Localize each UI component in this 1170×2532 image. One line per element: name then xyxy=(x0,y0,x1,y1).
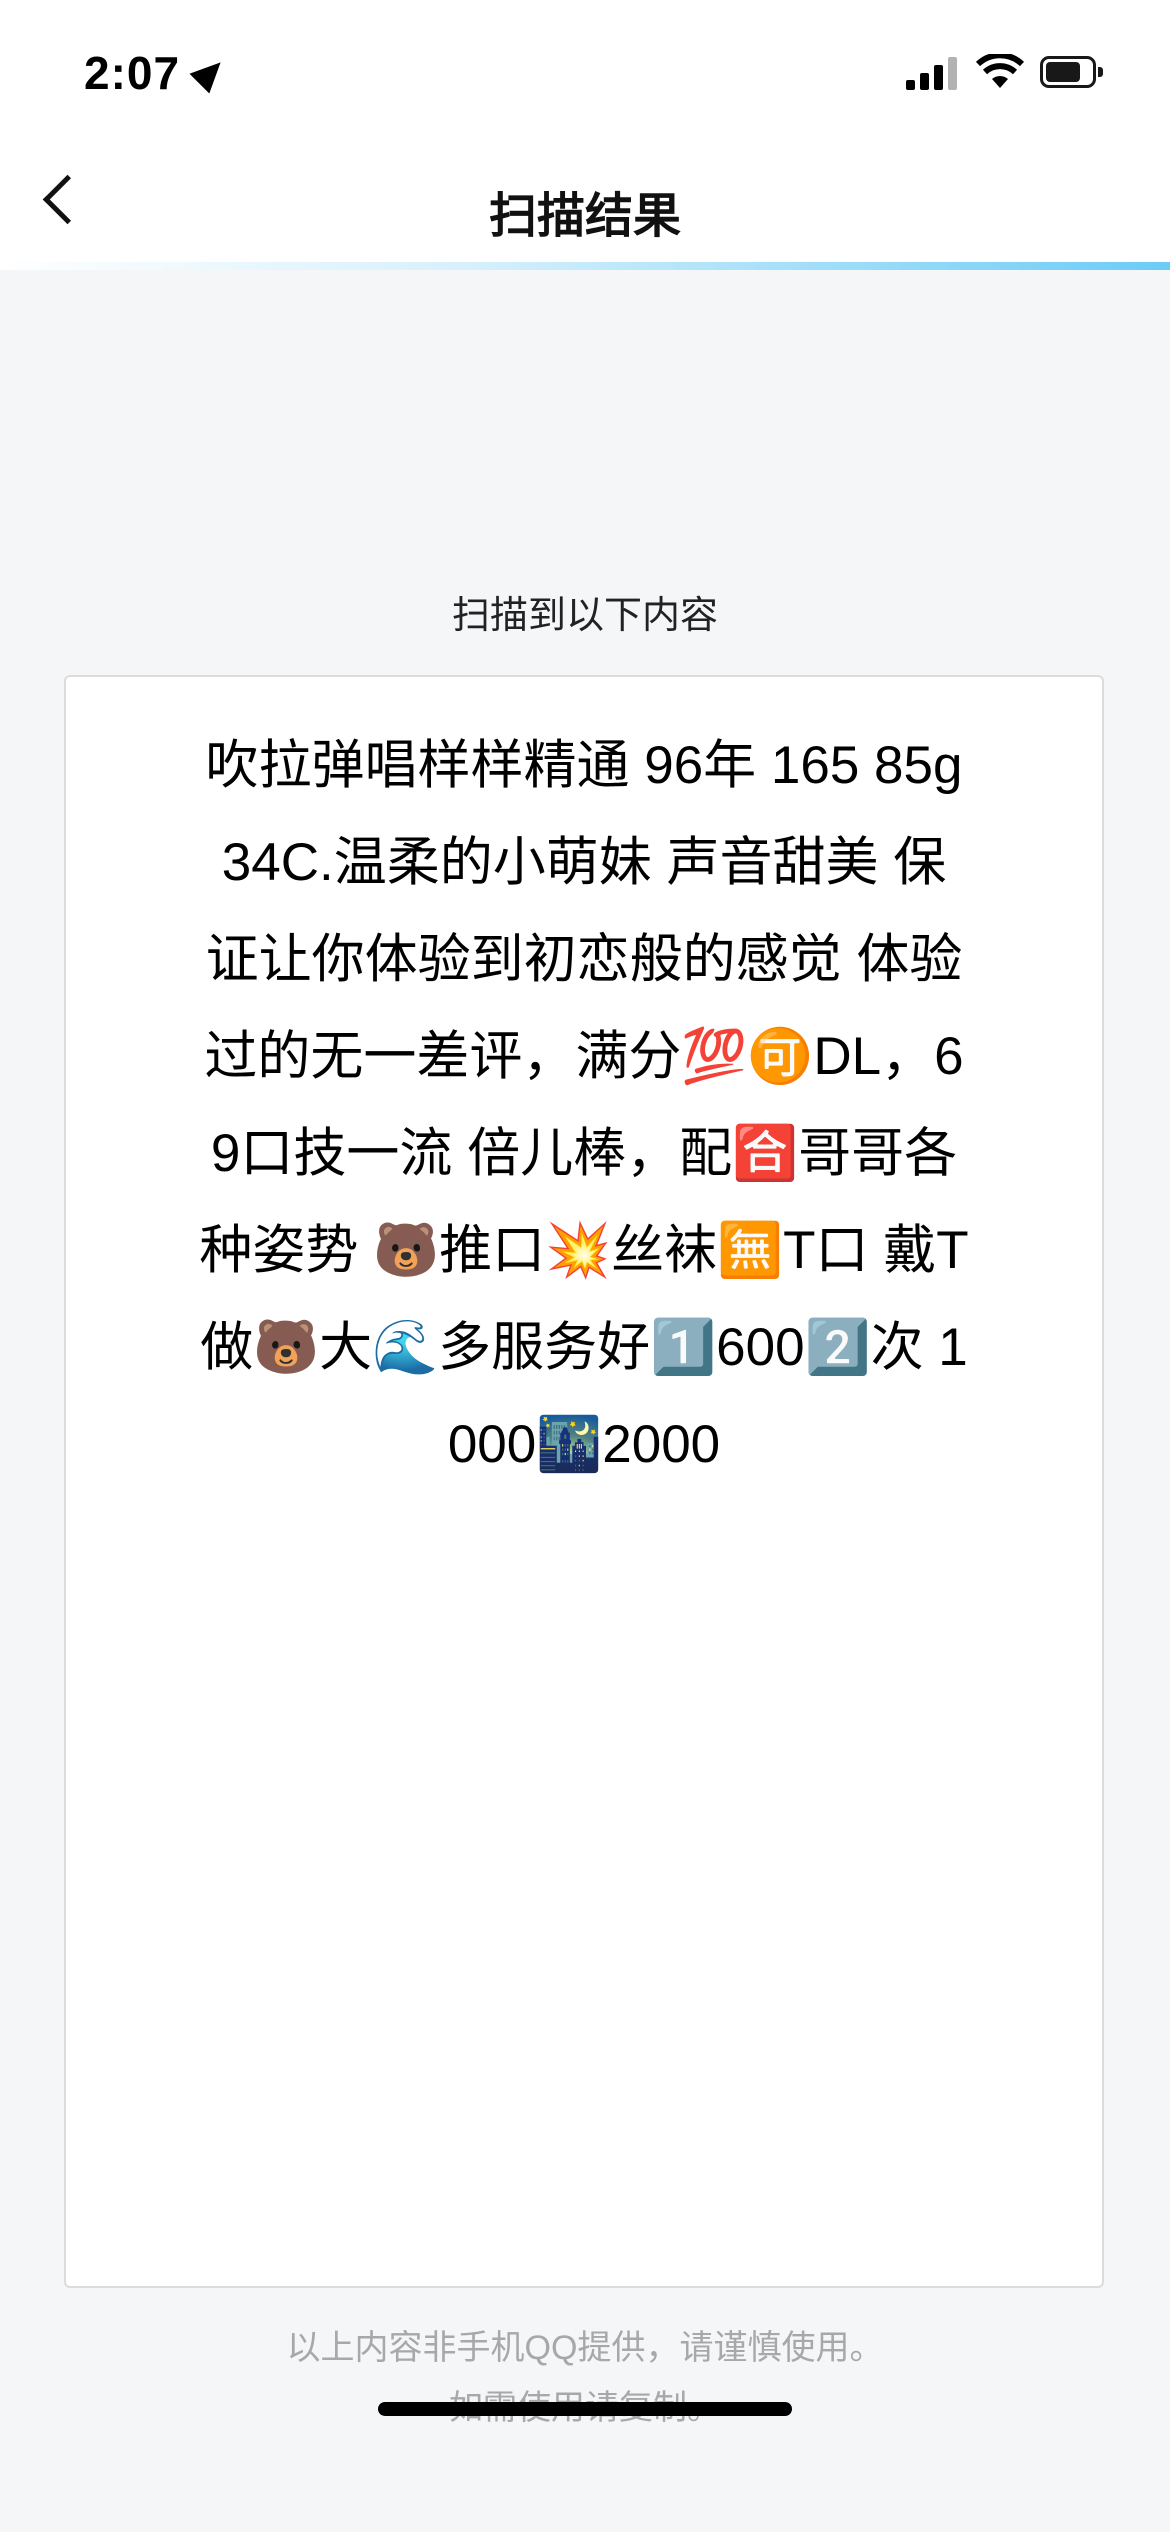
status-bar: 2:07 xyxy=(0,0,1170,130)
result-line: 吹拉弹唱样样精通 96年 165 85g xyxy=(66,717,1102,814)
cellular-signal-icon xyxy=(906,56,957,90)
nav-bar: 扫描结果 xyxy=(0,130,1170,266)
result-line: 34C.温柔的小萌妹 声音甜美 保 xyxy=(66,814,1102,911)
status-time: 2:07 xyxy=(84,46,180,100)
home-indicator[interactable] xyxy=(378,2402,792,2416)
location-arrow-icon xyxy=(189,52,230,93)
wifi-icon xyxy=(976,54,1024,90)
scan-result-text: 吹拉弹唱样样精通 96年 165 85g 34C.温柔的小萌妹 声音甜美 保 证… xyxy=(66,677,1102,1493)
scan-label: 扫描到以下内容 xyxy=(0,584,1170,639)
result-line: 过的无一差评，满分💯🉑DL，6 xyxy=(66,1008,1102,1105)
result-line: 种姿势 🐻推口💥丝袜🈚T口 戴T xyxy=(66,1202,1102,1299)
result-line: 000🌃2000 xyxy=(66,1396,1102,1493)
result-line: 证让你体验到初恋般的感觉 体验 xyxy=(66,911,1102,1008)
result-line: 9口技一流 倍儿棒，配🈴哥哥各 xyxy=(66,1105,1102,1202)
result-line: 做🐻大🌊多服务好1️⃣6002️⃣次 1 xyxy=(66,1299,1102,1396)
nav-divider xyxy=(0,262,1170,270)
scan-result-box[interactable]: 吹拉弹唱样样精通 96年 165 85g 34C.温柔的小萌妹 声音甜美 保 证… xyxy=(64,675,1104,2288)
battery-icon xyxy=(1040,56,1096,88)
disclaimer: 以上内容非手机QQ提供，请谨慎使用。 如需使用请复制。 xyxy=(0,2318,1170,2438)
page-title: 扫描结果 xyxy=(0,176,1170,246)
disclaimer-line-1: 以上内容非手机QQ提供，请谨慎使用。 xyxy=(0,2318,1170,2378)
